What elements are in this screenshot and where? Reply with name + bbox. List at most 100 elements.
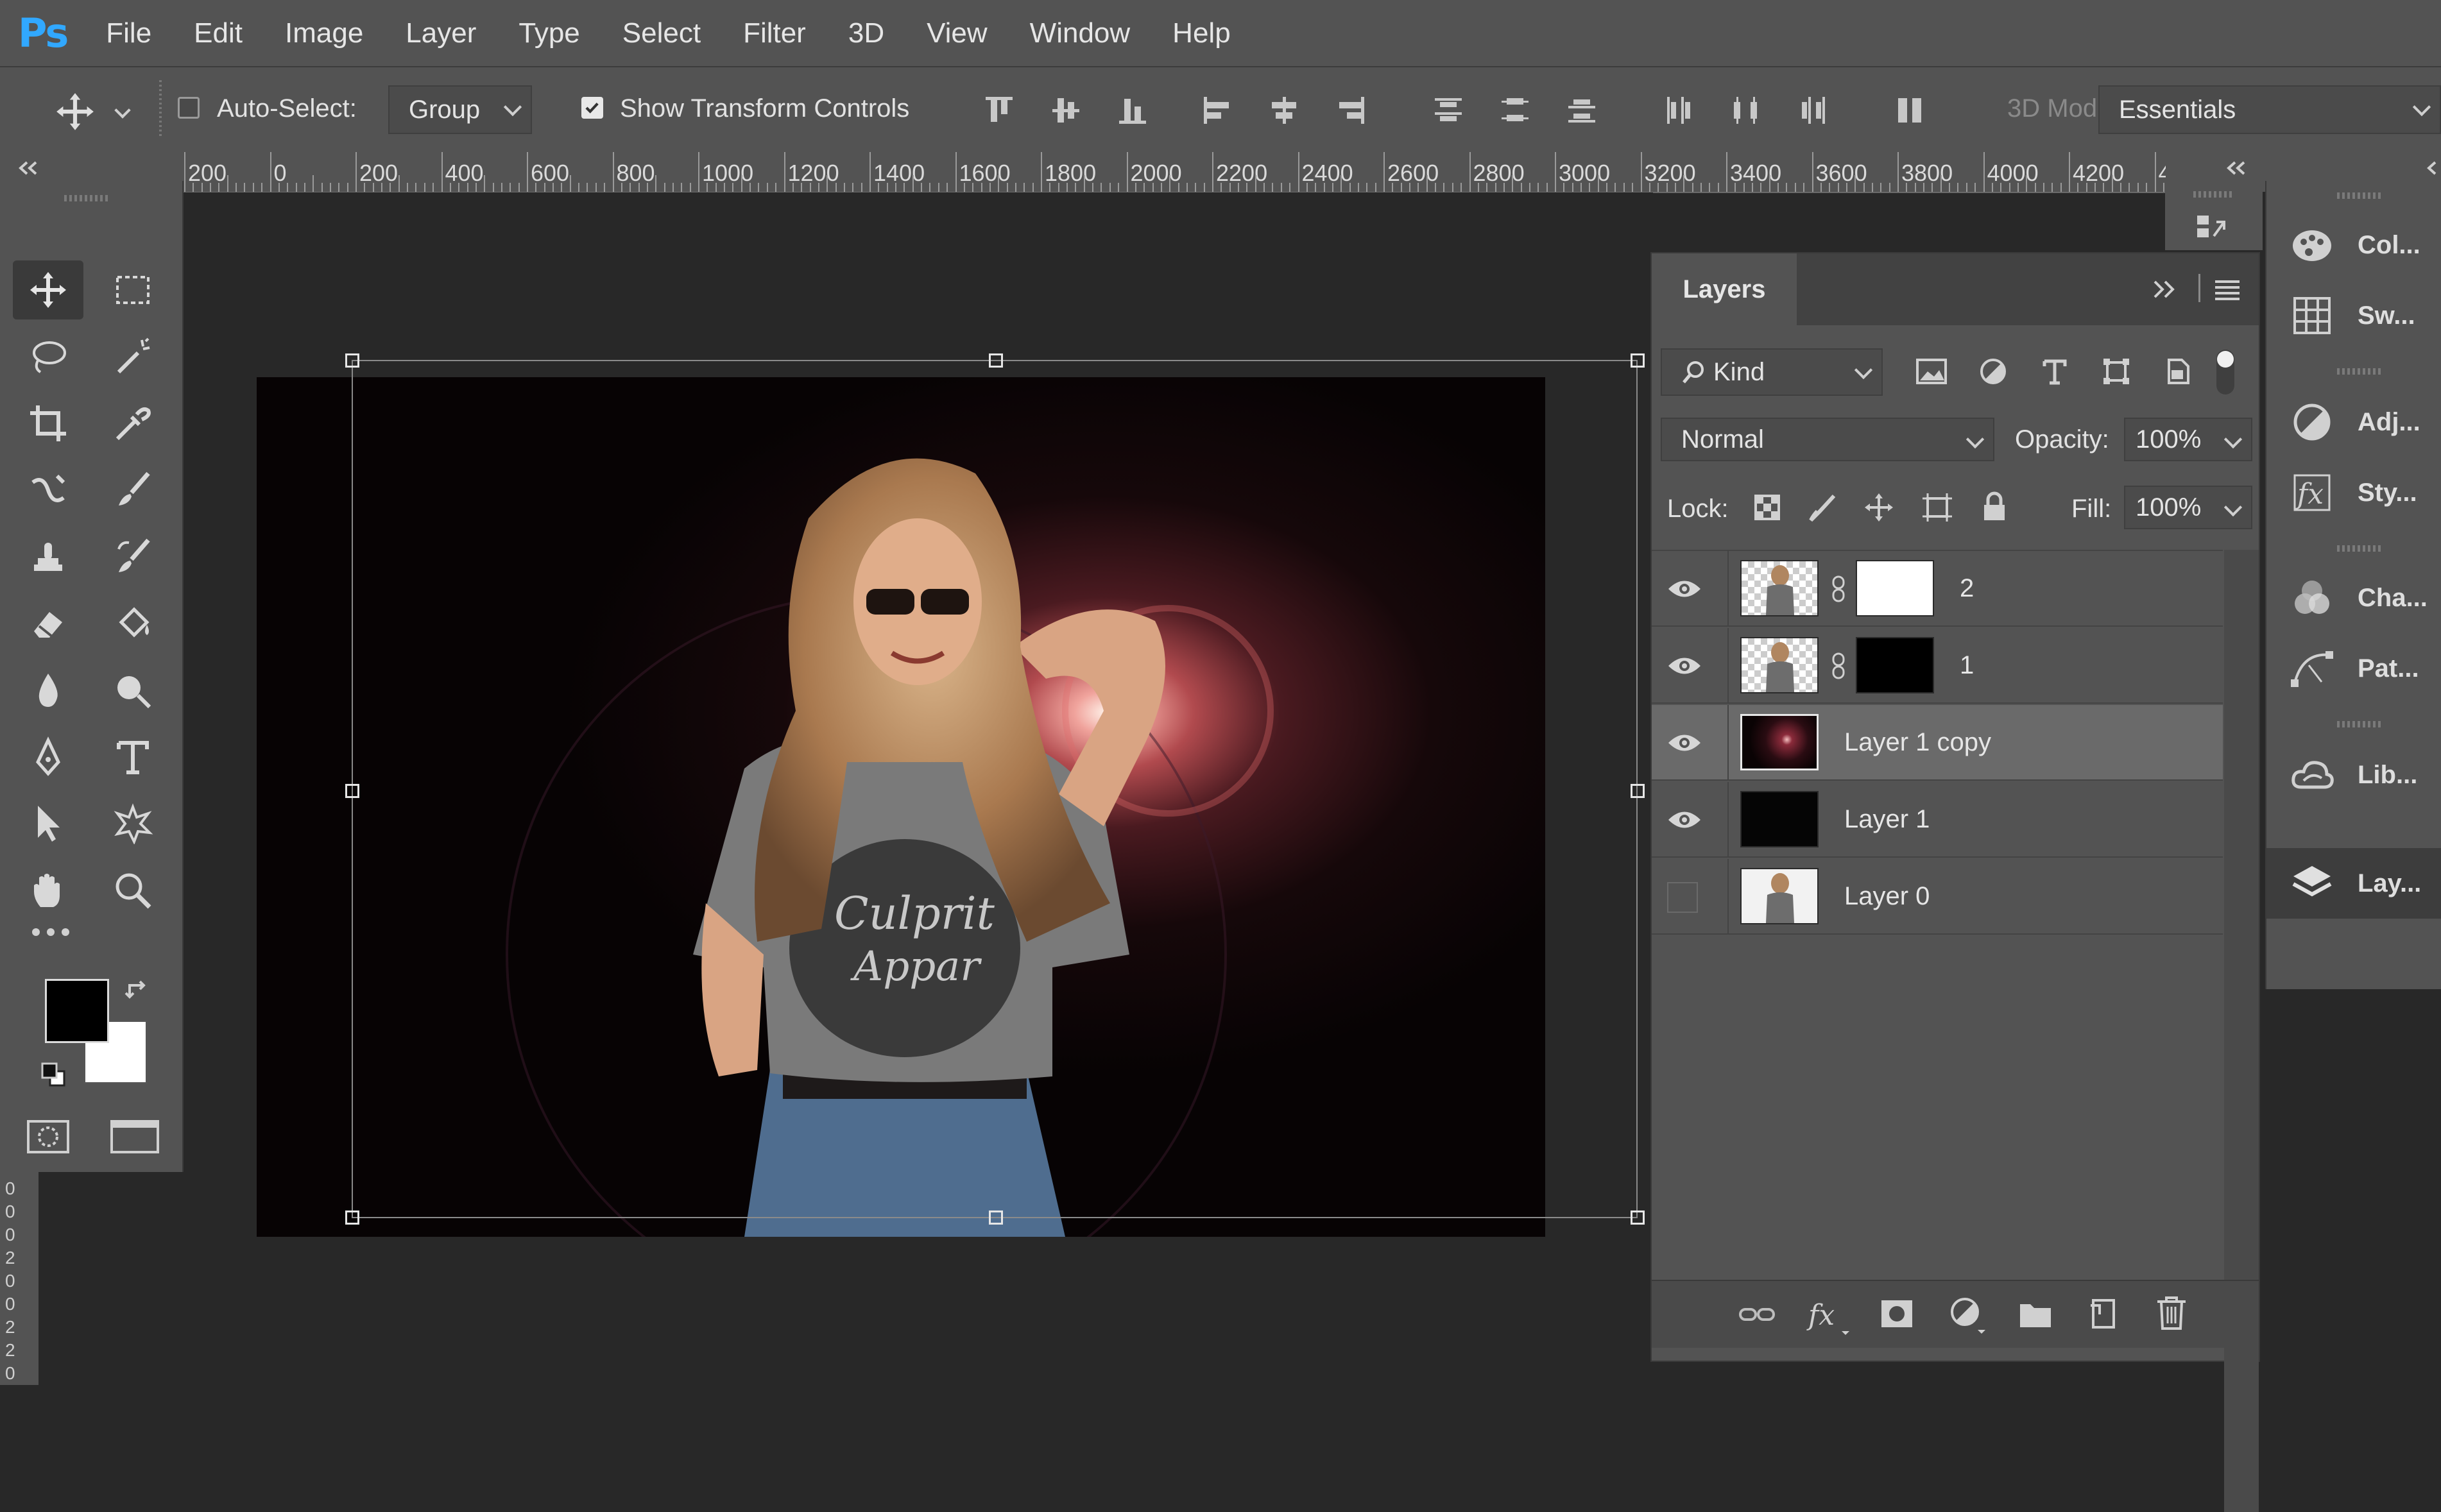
layer-style-fx-icon[interactable]: fx (1806, 1296, 1851, 1338)
swap-colors-icon[interactable] (124, 978, 153, 1006)
auto-align-layers-icon[interactable] (1893, 93, 1928, 128)
distribute-left-icon[interactable] (1662, 93, 1697, 128)
healing-tool[interactable] (13, 461, 83, 520)
filter-type-icon[interactable] (2039, 356, 2070, 387)
new-group-icon[interactable] (2017, 1298, 2053, 1330)
transform-handle-bottom[interactable] (989, 1210, 1003, 1225)
visibility-eye-icon[interactable] (1667, 731, 1702, 755)
stamp-tool[interactable] (13, 527, 83, 586)
filter-toggle[interactable] (2216, 350, 2234, 395)
filter-smart-object-icon[interactable] (2163, 356, 2193, 387)
history-brush-tool[interactable] (98, 527, 168, 586)
path-select-tool[interactable] (13, 794, 83, 853)
distribute-right-icon[interactable] (1795, 93, 1830, 128)
dock-libraries[interactable]: Lib... (2266, 743, 2441, 807)
transform-handle-left[interactable] (345, 784, 359, 798)
blur-tool[interactable] (13, 661, 83, 720)
transform-handle-right[interactable] (1631, 784, 1645, 798)
more-tools-icon[interactable] (28, 922, 73, 942)
auto-select-checkbox[interactable] (178, 97, 200, 119)
brush-tool[interactable] (98, 461, 168, 520)
history-panel-icon[interactable] (2195, 213, 2231, 242)
default-colors-icon[interactable] (40, 1061, 68, 1089)
type-tool[interactable] (98, 727, 168, 786)
menu-layer[interactable]: Layer (406, 17, 476, 49)
filter-pixel-icon[interactable] (1915, 356, 1948, 387)
mask-link-chain-icon[interactable] (1829, 651, 1848, 681)
layer-mask-thumbnail[interactable] (1856, 637, 1934, 693)
new-layer-icon[interactable] (2087, 1296, 2120, 1331)
visibility-eye-icon[interactable] (1667, 654, 1702, 678)
layer-row[interactable]: Layer 0 (1652, 859, 2223, 935)
distribute-top-icon[interactable] (1431, 93, 1466, 128)
magic-wand-tool[interactable] (98, 327, 168, 386)
lasso-tool[interactable] (13, 327, 83, 386)
layer-thumbnail[interactable] (1740, 791, 1819, 847)
tool-preset-chevron-icon[interactable] (114, 102, 131, 119)
collapse-toolbar-icon[interactable] (15, 158, 41, 178)
pen-tool[interactable] (13, 727, 83, 786)
dock-adjustments[interactable]: Adj... (2266, 390, 2441, 454)
move-icon[interactable] (54, 90, 96, 133)
paint-bucket-tool[interactable] (98, 594, 168, 653)
collapse-panels-icon[interactable] (2223, 158, 2249, 178)
blend-mode-dropdown[interactable]: Normal (1661, 418, 1994, 461)
layer-filter-dropdown[interactable]: Kind (1661, 348, 1883, 396)
dock-layers[interactable]: Lay... (2266, 848, 2441, 919)
layer-thumbnail[interactable] (1740, 560, 1819, 616)
layer-row[interactable]: 2 (1652, 551, 2223, 627)
dock-channels[interactable]: Cha... (2266, 566, 2441, 630)
delete-layer-icon[interactable] (2155, 1295, 2188, 1331)
collapse-dock-icon[interactable] (2422, 158, 2441, 178)
layer-row[interactable]: Layer 1 (1652, 782, 2223, 858)
screen-mode-icon[interactable] (109, 1117, 160, 1156)
opacity-field[interactable]: 100% (2124, 418, 2252, 461)
layer-thumbnail[interactable] (1740, 714, 1819, 770)
new-adjustment-layer-icon[interactable] (1948, 1295, 1987, 1335)
align-vcenter-icon[interactable] (1049, 93, 1083, 128)
distribute-hcenter-icon[interactable] (1729, 93, 1763, 128)
distribute-bottom-icon[interactable] (1564, 93, 1599, 128)
hand-tool[interactable] (13, 861, 83, 920)
align-top-icon[interactable] (982, 93, 1016, 128)
move-tool[interactable] (13, 260, 83, 319)
layer-row[interactable]: 1 (1652, 628, 2223, 704)
lock-all-icon[interactable] (1980, 491, 2008, 523)
tab-layers[interactable]: Layers (1652, 253, 1797, 325)
align-right-icon[interactable] (1333, 93, 1368, 128)
filter-shape-icon[interactable] (2101, 356, 2132, 387)
zoom-tool[interactable] (98, 861, 168, 920)
menu-file[interactable]: File (106, 17, 151, 49)
lock-position-icon[interactable] (1863, 492, 1894, 523)
layer-thumbnail[interactable] (1740, 868, 1819, 924)
quick-mask-icon[interactable] (26, 1117, 71, 1156)
distribute-vcenter-icon[interactable] (1498, 93, 1532, 128)
layer-mask-thumbnail[interactable] (1856, 560, 1934, 616)
menu-help[interactable]: Help (1172, 17, 1231, 49)
lock-transparent-icon[interactable] (1752, 492, 1783, 523)
crop-tool[interactable] (13, 394, 83, 453)
auto-select-target-dropdown[interactable]: Group (388, 85, 532, 134)
align-hcenter-icon[interactable] (1267, 93, 1301, 128)
menu-select[interactable]: Select (622, 17, 701, 49)
menu-window[interactable]: Window (1030, 17, 1131, 49)
fill-field[interactable]: 100% (2124, 486, 2252, 529)
marquee-tool[interactable] (98, 260, 168, 319)
layer-thumbnail[interactable] (1740, 637, 1819, 693)
panel-expand-icon[interactable] (2151, 276, 2179, 302)
menu-edit[interactable]: Edit (194, 17, 243, 49)
dock-styles[interactable]: fx Sty... (2266, 461, 2441, 525)
menu-view[interactable]: View (927, 17, 988, 49)
menu-3d[interactable]: 3D (848, 17, 884, 49)
lock-artboard-icon[interactable] (1921, 492, 1953, 523)
transform-handle-top-right[interactable] (1631, 353, 1645, 368)
dodge-tool[interactable] (98, 661, 168, 720)
mask-link-chain-icon[interactable] (1829, 574, 1848, 604)
transform-handle-top[interactable] (989, 353, 1003, 368)
workspace-dropdown[interactable]: Essentials (2098, 85, 2441, 134)
dock-swatches[interactable]: Sw... (2266, 284, 2441, 348)
custom-shape-tool[interactable] (98, 794, 168, 853)
foreground-color-swatch[interactable] (45, 979, 109, 1043)
menu-type[interactable]: Type (518, 17, 579, 49)
align-left-icon[interactable] (1200, 93, 1235, 128)
